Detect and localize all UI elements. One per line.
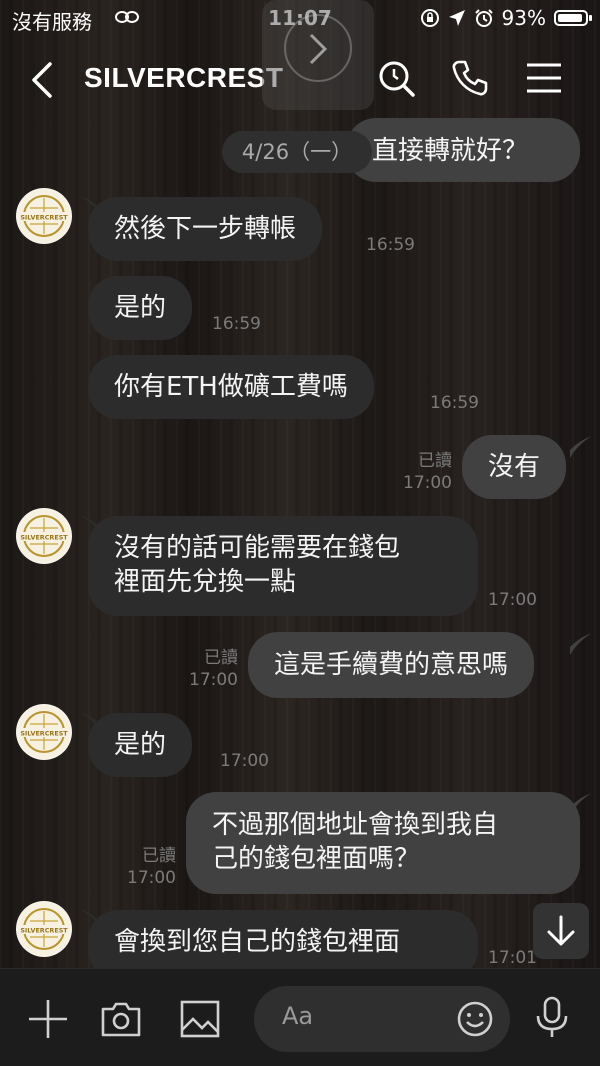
microphone-icon[interactable] xyxy=(530,995,574,1039)
read-receipt: 已讀 17:00 xyxy=(114,845,176,889)
read-label: 已讀 xyxy=(418,451,452,471)
message-text: 然後下一步轉帳 xyxy=(114,214,297,244)
message-time: 16:59 xyxy=(430,393,479,413)
battery-percent: 93% xyxy=(501,6,546,30)
message-bubble-outgoing[interactable]: 沒有 xyxy=(462,435,567,499)
read-label: 已讀 xyxy=(142,846,176,866)
message-time: 16:59 xyxy=(366,235,415,255)
date-divider: 4/26（一） xyxy=(222,131,372,173)
message-text: 這是手續費的意思嗎 xyxy=(274,650,509,680)
message-bubble-incoming[interactable]: 你有ETH做礦工費嗎 xyxy=(88,355,374,419)
read-receipt: 已讀 17:00 xyxy=(176,647,238,691)
message-time: 16:59 xyxy=(212,314,261,334)
chat-title[interactable]: SILVERCREST xyxy=(84,62,283,94)
emoji-icon[interactable] xyxy=(456,1000,494,1038)
arrow-down-icon xyxy=(547,915,575,946)
message-time: 17:00 xyxy=(220,751,269,771)
message-bubble-outgoing[interactable]: 不過那個地址會換到我自 己的錢包裡面嗎？ xyxy=(186,792,580,894)
message-time: 17:01 xyxy=(488,948,537,968)
scroll-to-bottom-button[interactable] xyxy=(533,903,589,959)
orientation-lock-icon xyxy=(420,9,439,27)
back-chevron-icon[interactable] xyxy=(26,58,58,102)
message-text: 是的 xyxy=(114,293,167,323)
message-text: 直接轉就好？ xyxy=(372,136,529,166)
bubble-tail xyxy=(570,633,592,655)
chevron-right-icon[interactable] xyxy=(305,32,331,66)
svg-text:SILVERCREST: SILVERCREST xyxy=(20,534,68,542)
search-icon[interactable] xyxy=(376,58,416,98)
location-icon xyxy=(448,10,465,26)
bubble-tail xyxy=(570,436,592,458)
message-time: 17:00 xyxy=(403,473,452,493)
message-input-placeholder: Aa xyxy=(282,1002,314,1030)
message-text: 沒有 xyxy=(488,452,541,482)
battery-icon xyxy=(554,10,592,26)
avatar[interactable]: SILVERCREST xyxy=(16,508,72,564)
input-bar: Aa xyxy=(0,968,600,1066)
avatar[interactable]: SILVERCREST xyxy=(16,901,72,957)
message-bubble-outgoing[interactable]: 這是手續費的意思嗎 xyxy=(248,632,535,698)
plus-icon[interactable] xyxy=(26,997,70,1041)
message-bubble-outgoing[interactable]: 直接轉就好？ xyxy=(346,118,580,182)
svg-text:SILVERCREST: SILVERCREST xyxy=(20,730,68,738)
message-bubble-incoming[interactable]: 沒有的話可能需要在錢包 裡面先兌換一點 xyxy=(88,516,478,616)
message-text-line: 沒有的話可能需要在錢包 xyxy=(114,533,401,563)
alarm-icon xyxy=(474,9,493,27)
message-bubble-incoming[interactable]: 是的 xyxy=(88,276,193,340)
message-time: 17:00 xyxy=(127,868,176,888)
read-label: 已讀 xyxy=(204,648,238,668)
message-text-line: 不過那個地址會換到我自 xyxy=(212,810,499,840)
image-icon[interactable] xyxy=(178,997,222,1041)
bubble-tail xyxy=(570,793,592,815)
message-time: 17:00 xyxy=(488,590,537,610)
svg-text:SILVERCREST: SILVERCREST xyxy=(20,927,68,935)
message-bubble-incoming[interactable]: 是的 xyxy=(88,713,193,777)
menu-icon[interactable] xyxy=(524,58,564,98)
message-input[interactable]: Aa xyxy=(254,986,510,1052)
message-text-line: 裡面先兌換一點 xyxy=(114,567,297,597)
message-bubble-incoming[interactable]: 然後下一步轉帳 xyxy=(88,197,323,261)
message-text-line: 己的錢包裡面嗎？ xyxy=(212,844,421,874)
phone-icon[interactable] xyxy=(450,58,490,98)
message-time: 17:00 xyxy=(189,670,238,690)
avatar[interactable]: SILVERCREST xyxy=(16,704,72,760)
avatar[interactable]: SILVERCREST xyxy=(16,188,72,244)
read-receipt: 已讀 17:00 xyxy=(390,450,452,494)
message-text: 是的 xyxy=(114,730,167,760)
camera-icon[interactable] xyxy=(99,997,143,1041)
svg-text:SILVERCREST: SILVERCREST xyxy=(20,214,68,222)
message-text: 會換到您自己的錢包裡面 xyxy=(114,927,401,957)
message-text: 你有ETH做礦工費嗎 xyxy=(114,372,348,402)
